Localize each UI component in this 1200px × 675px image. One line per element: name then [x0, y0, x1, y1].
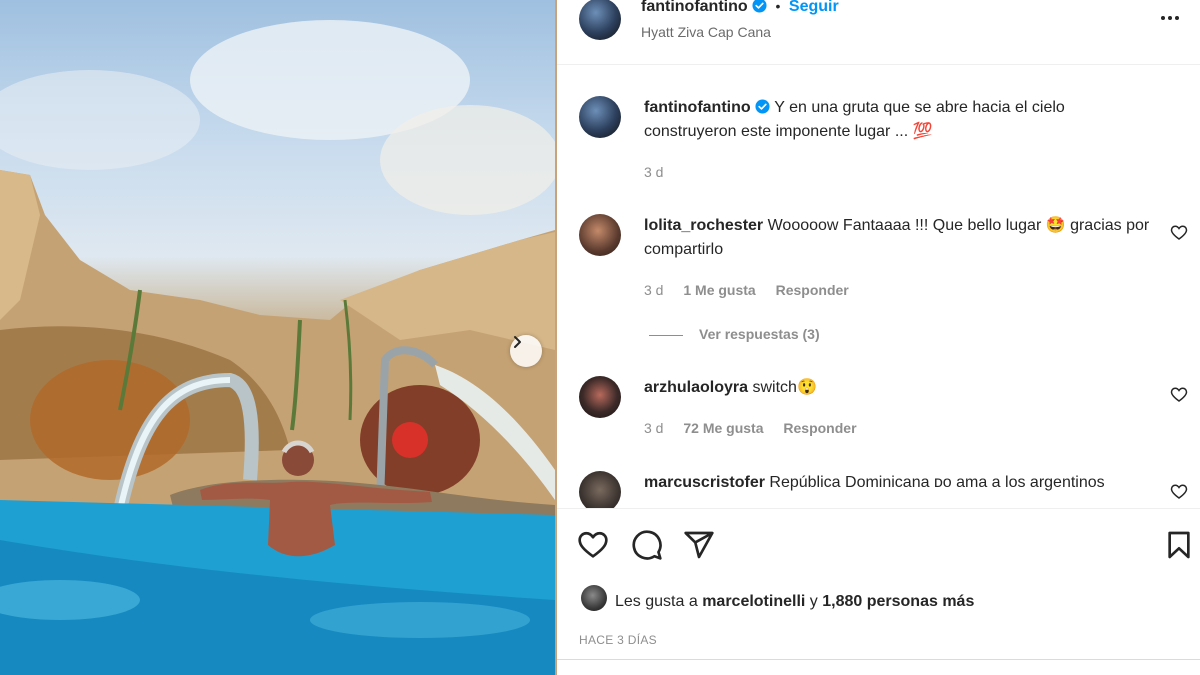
post-actions: Les gusta a marcelotinelli y 1,880 perso… — [557, 508, 1200, 675]
comment-username[interactable]: lolita_rochester — [644, 217, 763, 234]
caption-meta: 3 d — [644, 164, 679, 180]
comment-meta: 3 d 1 Me gusta Responder — [644, 282, 865, 298]
comment-avatar[interactable] — [579, 214, 621, 256]
view-replies-label: Ver respuestas (3) — [699, 326, 820, 342]
bottom-divider — [557, 659, 1200, 660]
post-header: fantinofantino • Seguir Hyatt Ziva Cap C… — [557, 0, 1200, 65]
post-location[interactable]: Hyatt Ziva Cap Cana — [641, 24, 771, 40]
view-replies-button[interactable]: Ver respuestas (3) — [649, 326, 820, 342]
liker-username[interactable]: marcelotinelli — [702, 593, 805, 610]
reply-button[interactable]: Responder — [783, 420, 856, 436]
post-photo — [0, 0, 555, 675]
comment-time[interactable]: 3 d — [644, 282, 663, 298]
likes-summary[interactable]: Les gusta a marcelotinelli y 1,880 perso… — [615, 593, 974, 611]
follow-button[interactable]: Seguir — [789, 0, 839, 15]
comment-likes[interactable]: 1 Me gusta — [683, 282, 755, 298]
author-avatar[interactable] — [579, 0, 621, 40]
header-separator: • — [775, 0, 781, 14]
post-details-panel: fantinofantino • Seguir Hyatt Ziva Cap C… — [557, 0, 1200, 675]
post-timestamp: HACE 3 DÍAS — [579, 633, 657, 647]
comment-username[interactable]: marcuscristofer — [644, 474, 765, 491]
liker-avatar[interactable] — [581, 585, 607, 611]
comment-username[interactable]: arzhulaoloyra — [644, 379, 748, 396]
heart-icon[interactable] — [577, 529, 609, 561]
comment-body: switch😲 — [752, 379, 817, 396]
caption-time[interactable]: 3 d — [644, 164, 663, 180]
comment-text: arzhulaoloyra switch😲 — [644, 376, 1154, 400]
heart-icon[interactable] — [1170, 224, 1188, 242]
heart-icon[interactable] — [1170, 386, 1188, 404]
share-icon[interactable] — [683, 529, 715, 561]
comment-meta: 3 d 72 Me gusta Responder — [644, 420, 873, 436]
chevron-right-icon — [514, 336, 521, 348]
verified-icon — [755, 99, 770, 114]
comments-list[interactable]: fantinofantino Y en una gruta que se abr… — [557, 66, 1200, 508]
comment-time[interactable]: 3 d — [644, 420, 663, 436]
reply-button[interactable]: Responder — [776, 282, 849, 298]
comment-text: lolita_rochester Wooooow Fantaaaa !!! Qu… — [644, 214, 1154, 262]
bookmark-icon[interactable] — [1163, 529, 1195, 561]
comment-likes[interactable]: 72 Me gusta — [683, 420, 763, 436]
comment-avatar[interactable] — [579, 471, 621, 508]
caption-emoji: 💯 — [912, 123, 933, 140]
likes-connector: y — [809, 593, 818, 610]
caption-text: fantinofantino Y en una gruta que se abr… — [644, 96, 1154, 144]
caption-avatar[interactable] — [579, 96, 621, 138]
comment-icon[interactable] — [631, 529, 663, 561]
next-photo-button[interactable] — [510, 335, 542, 367]
heart-icon[interactable] — [1170, 483, 1188, 501]
caption-username[interactable]: fantinofantino — [644, 99, 751, 116]
comment-avatar[interactable] — [579, 376, 621, 418]
likes-prefix: Les gusta a — [615, 593, 698, 610]
verified-icon — [752, 0, 767, 13]
more-options-icon[interactable] — [1158, 6, 1182, 30]
author-username[interactable]: fantinofantino — [641, 0, 748, 15]
comment-body: República Dominicana ᴅo ama a los argent… — [769, 474, 1105, 491]
grotto-pool-image — [0, 20, 555, 675]
likes-others[interactable]: 1,880 personas más — [822, 593, 974, 610]
replies-line — [649, 334, 683, 336]
comment-text: marcuscristofer República Dominicana ᴅo … — [644, 471, 1154, 495]
